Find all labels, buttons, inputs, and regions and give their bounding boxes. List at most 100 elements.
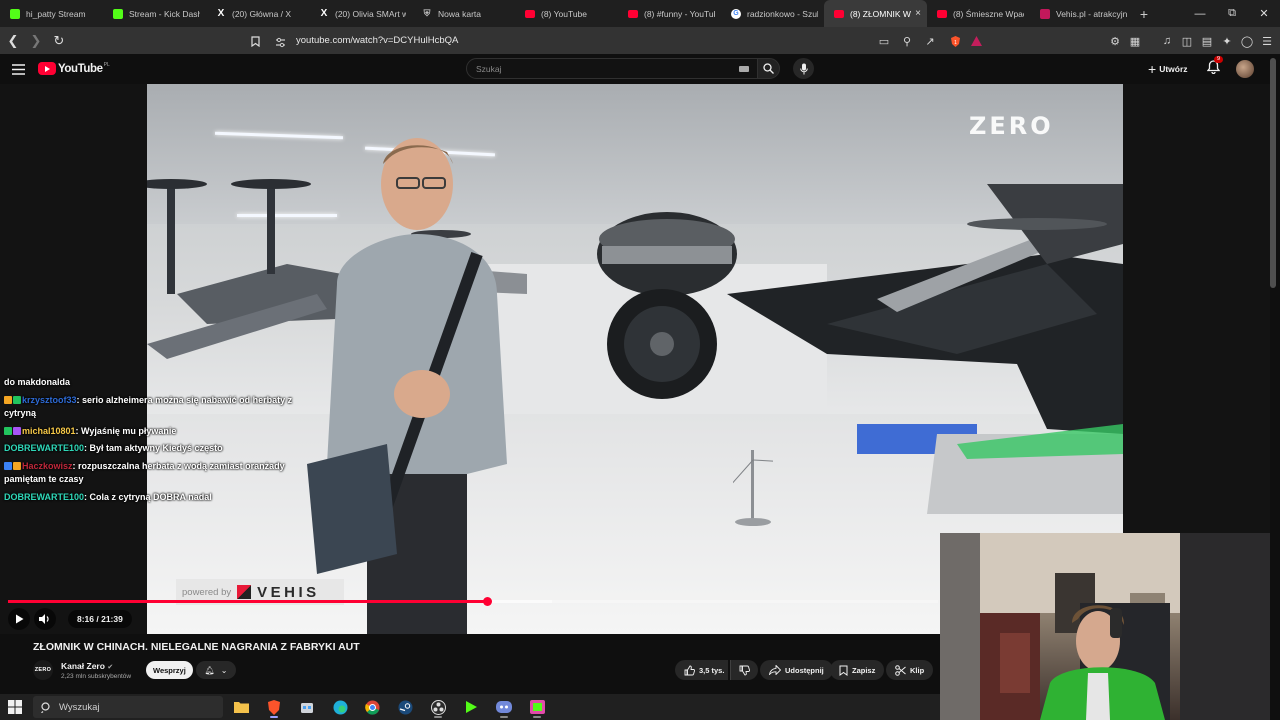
save-label: Zapisz — [852, 665, 876, 675]
chrome-icon[interactable] — [362, 697, 382, 717]
share-icon — [769, 665, 781, 675]
chat-app-icon[interactable] — [527, 697, 547, 718]
restore-icon[interactable]: ⧉ — [1216, 0, 1248, 27]
search-icon — [763, 63, 774, 74]
clip-label: Klip — [910, 665, 925, 675]
reload-icon[interactable]: ↻ — [49, 31, 69, 51]
share-button[interactable]: Udostępnij — [760, 660, 833, 680]
played-bar — [8, 600, 487, 603]
brave-browser-icon[interactable] — [264, 697, 284, 718]
chat-badge-icon — [4, 395, 22, 405]
voice-search-button[interactable] — [793, 58, 814, 79]
new-tab-button[interactable]: + — [1133, 0, 1155, 27]
browser-tab[interactable]: Stream - Kick Dashb — [103, 0, 206, 27]
file-explorer-icon[interactable] — [231, 697, 251, 717]
save-button[interactable]: Zapisz — [830, 660, 885, 680]
clip-button[interactable]: Klip — [886, 660, 934, 680]
screenshot-icon[interactable]: ▦ — [1124, 31, 1146, 51]
bell-icon: 🔔︎ — [204, 665, 215, 675]
browser-tab[interactable]: hi_patty Stream — [0, 0, 103, 27]
chat-username[interactable]: michal10801 — [22, 426, 76, 436]
scrubber-handle[interactable] — [482, 597, 492, 606]
leo-ai-icon[interactable]: ✦ — [1216, 31, 1238, 51]
support-button[interactable]: Wesprzyj — [146, 661, 193, 679]
microphone-icon — [799, 63, 808, 74]
brave-shields-icon[interactable]: 1 — [944, 31, 966, 51]
keyboard-icon[interactable] — [739, 66, 749, 72]
browser-tab[interactable]: ⛨ Nowa karta — [412, 0, 515, 27]
channel-name-text: Kanał Zero — [61, 661, 105, 671]
browser-tab[interactable]: (8) ZŁOMNIK W × — [824, 0, 927, 27]
bookmark-icon[interactable] — [244, 31, 266, 51]
taskbar-search-placeholder: Wyszukaj — [59, 701, 100, 713]
wallet-icon[interactable]: ▤ — [1196, 31, 1218, 51]
browser-tab[interactable]: X (20) Główna / X — [206, 0, 309, 27]
browser-tab[interactable]: (8) YouTube — [515, 0, 618, 27]
edge-icon[interactable] — [330, 697, 350, 717]
forward-icon[interactable]: ❯ — [26, 31, 46, 51]
discord-icon[interactable] — [494, 697, 514, 718]
chat-username[interactable]: DOBREWARTE100 — [4, 443, 84, 453]
youtube-icon — [834, 9, 844, 18]
browser-tab[interactable]: (8) Śmieszne Wpadk — [927, 0, 1030, 27]
youtube-logo[interactable]: YouTube PL — [38, 62, 110, 75]
vpn-icon[interactable]: ◯ — [1236, 31, 1258, 51]
chat-username[interactable]: Haczkowisz — [22, 461, 73, 471]
powered-by-label: powered by — [182, 586, 232, 598]
site-settings-icon[interactable] — [275, 35, 286, 53]
youtube-icon — [628, 9, 638, 18]
page-scrollbar[interactable] — [1270, 58, 1276, 288]
browser-tab[interactable]: X (20) Olivia SMArt w — [309, 0, 412, 27]
brave-rewards-icon[interactable] — [965, 31, 987, 51]
share-page-icon[interactable]: ↗ — [919, 31, 941, 51]
minimize-icon[interactable]: — — [1184, 0, 1216, 27]
subscription-bell-button[interactable]: 🔔︎ ⌄ — [196, 661, 236, 679]
taskbar-search-input[interactable]: Wyszukaj — [33, 696, 223, 718]
steam-icon[interactable] — [395, 697, 415, 717]
zoom-icon[interactable]: ⚲ — [896, 31, 918, 51]
windows-start-icon[interactable] — [8, 700, 22, 714]
time-display: 8:16 / 21:39 — [68, 610, 132, 628]
browser-tab-label: radzionkowo - Szuk — [747, 8, 818, 19]
browser-tab[interactable]: Gradzionkowo - Szuk — [721, 0, 824, 27]
save-icon — [839, 665, 848, 676]
cast-icon[interactable]: ▭ — [873, 31, 895, 51]
search-input[interactable]: Szukaj — [466, 58, 758, 79]
media-icon[interactable]: ♫ — [1156, 31, 1178, 51]
kick-app-icon[interactable] — [461, 697, 481, 717]
like-button[interactable]: 3,5 tys. — [675, 660, 729, 680]
x-icon: X — [217, 8, 225, 19]
url-text: youtube.com/watch?v=DCYHulHcbQA — [296, 35, 459, 46]
play-button[interactable] — [8, 608, 30, 630]
webcam-image — [940, 533, 1270, 720]
scissors-icon — [895, 664, 906, 676]
search-button[interactable] — [757, 58, 780, 79]
kick-icon — [10, 8, 20, 19]
browser-tab-label: (20) Olivia SMArt w — [335, 8, 406, 19]
back-icon[interactable]: ❮ — [3, 31, 23, 51]
kick-icon — [113, 8, 123, 19]
dislike-button[interactable] — [730, 660, 758, 680]
volume-button[interactable] — [34, 608, 56, 630]
store-icon[interactable] — [297, 697, 317, 717]
progress-bar[interactable] — [8, 597, 938, 606]
hamburger-menu-icon[interactable] — [12, 62, 25, 80]
browser-tab[interactable]: Vehis.pl - atrakcyjn — [1030, 0, 1133, 27]
account-avatar[interactable] — [1236, 60, 1254, 78]
browser-tab-label: (8) Śmieszne Wpadk — [953, 8, 1024, 19]
close-window-icon[interactable]: ✕ — [1248, 0, 1280, 27]
chat-username[interactable]: krzysztoof33 — [22, 395, 77, 405]
menu-icon[interactable]: ☰ — [1256, 31, 1278, 51]
obs-icon[interactable] — [428, 697, 448, 718]
channel-avatar[interactable]: ZERO — [33, 660, 53, 680]
chat-username[interactable]: DOBREWARTE100 — [4, 492, 84, 502]
create-button[interactable]: + Utwórz — [1148, 61, 1188, 77]
browser-tab[interactable]: (8) #funny - YouTub — [618, 0, 721, 27]
youtube-icon — [937, 9, 947, 18]
close-tab-icon[interactable]: × — [915, 8, 921, 19]
sidebar-icon[interactable]: ◫ — [1176, 31, 1198, 51]
search-icon — [41, 701, 50, 713]
channel-name[interactable]: Kanał Zero ✔ — [61, 661, 113, 671]
buffered-bar — [486, 600, 553, 603]
extensions-icon[interactable]: ⚙ — [1104, 31, 1126, 51]
